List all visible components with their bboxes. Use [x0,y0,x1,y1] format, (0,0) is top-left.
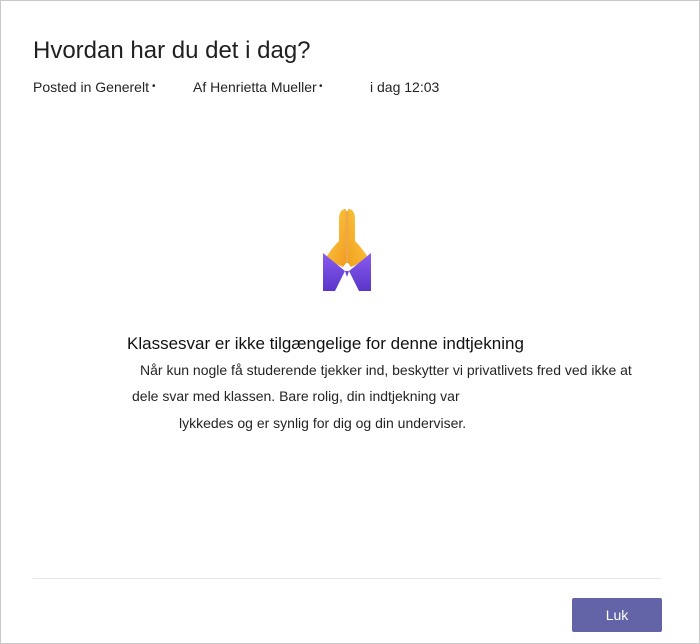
meta-channel: Posted in Generelt [33,79,149,95]
meta-time: i dag 12:03 [370,79,440,95]
page-title: Hvordan har du det i dag? [33,37,311,64]
footer-divider [33,578,661,579]
close-button[interactable]: Luk [572,598,662,632]
message-line-3: lykkedes og er synlig for dig og din und… [179,415,467,431]
meta-separator: • [319,81,323,92]
folded-hands-icon [319,207,375,293]
message-line-2: dele svar med klassen. Bare rolig, din i… [132,388,460,404]
meta-author: Af Henrietta Mueller [193,79,317,95]
message-heading: Klassesvar er ikke tilgængelige for denn… [127,334,524,353]
message-line-1: Når kun nogle få studerende tjekker ind,… [140,362,632,378]
meta-separator: • [152,81,156,92]
checkin-dialog: Hvordan har du det i dag? Posted in Gene… [0,0,700,644]
